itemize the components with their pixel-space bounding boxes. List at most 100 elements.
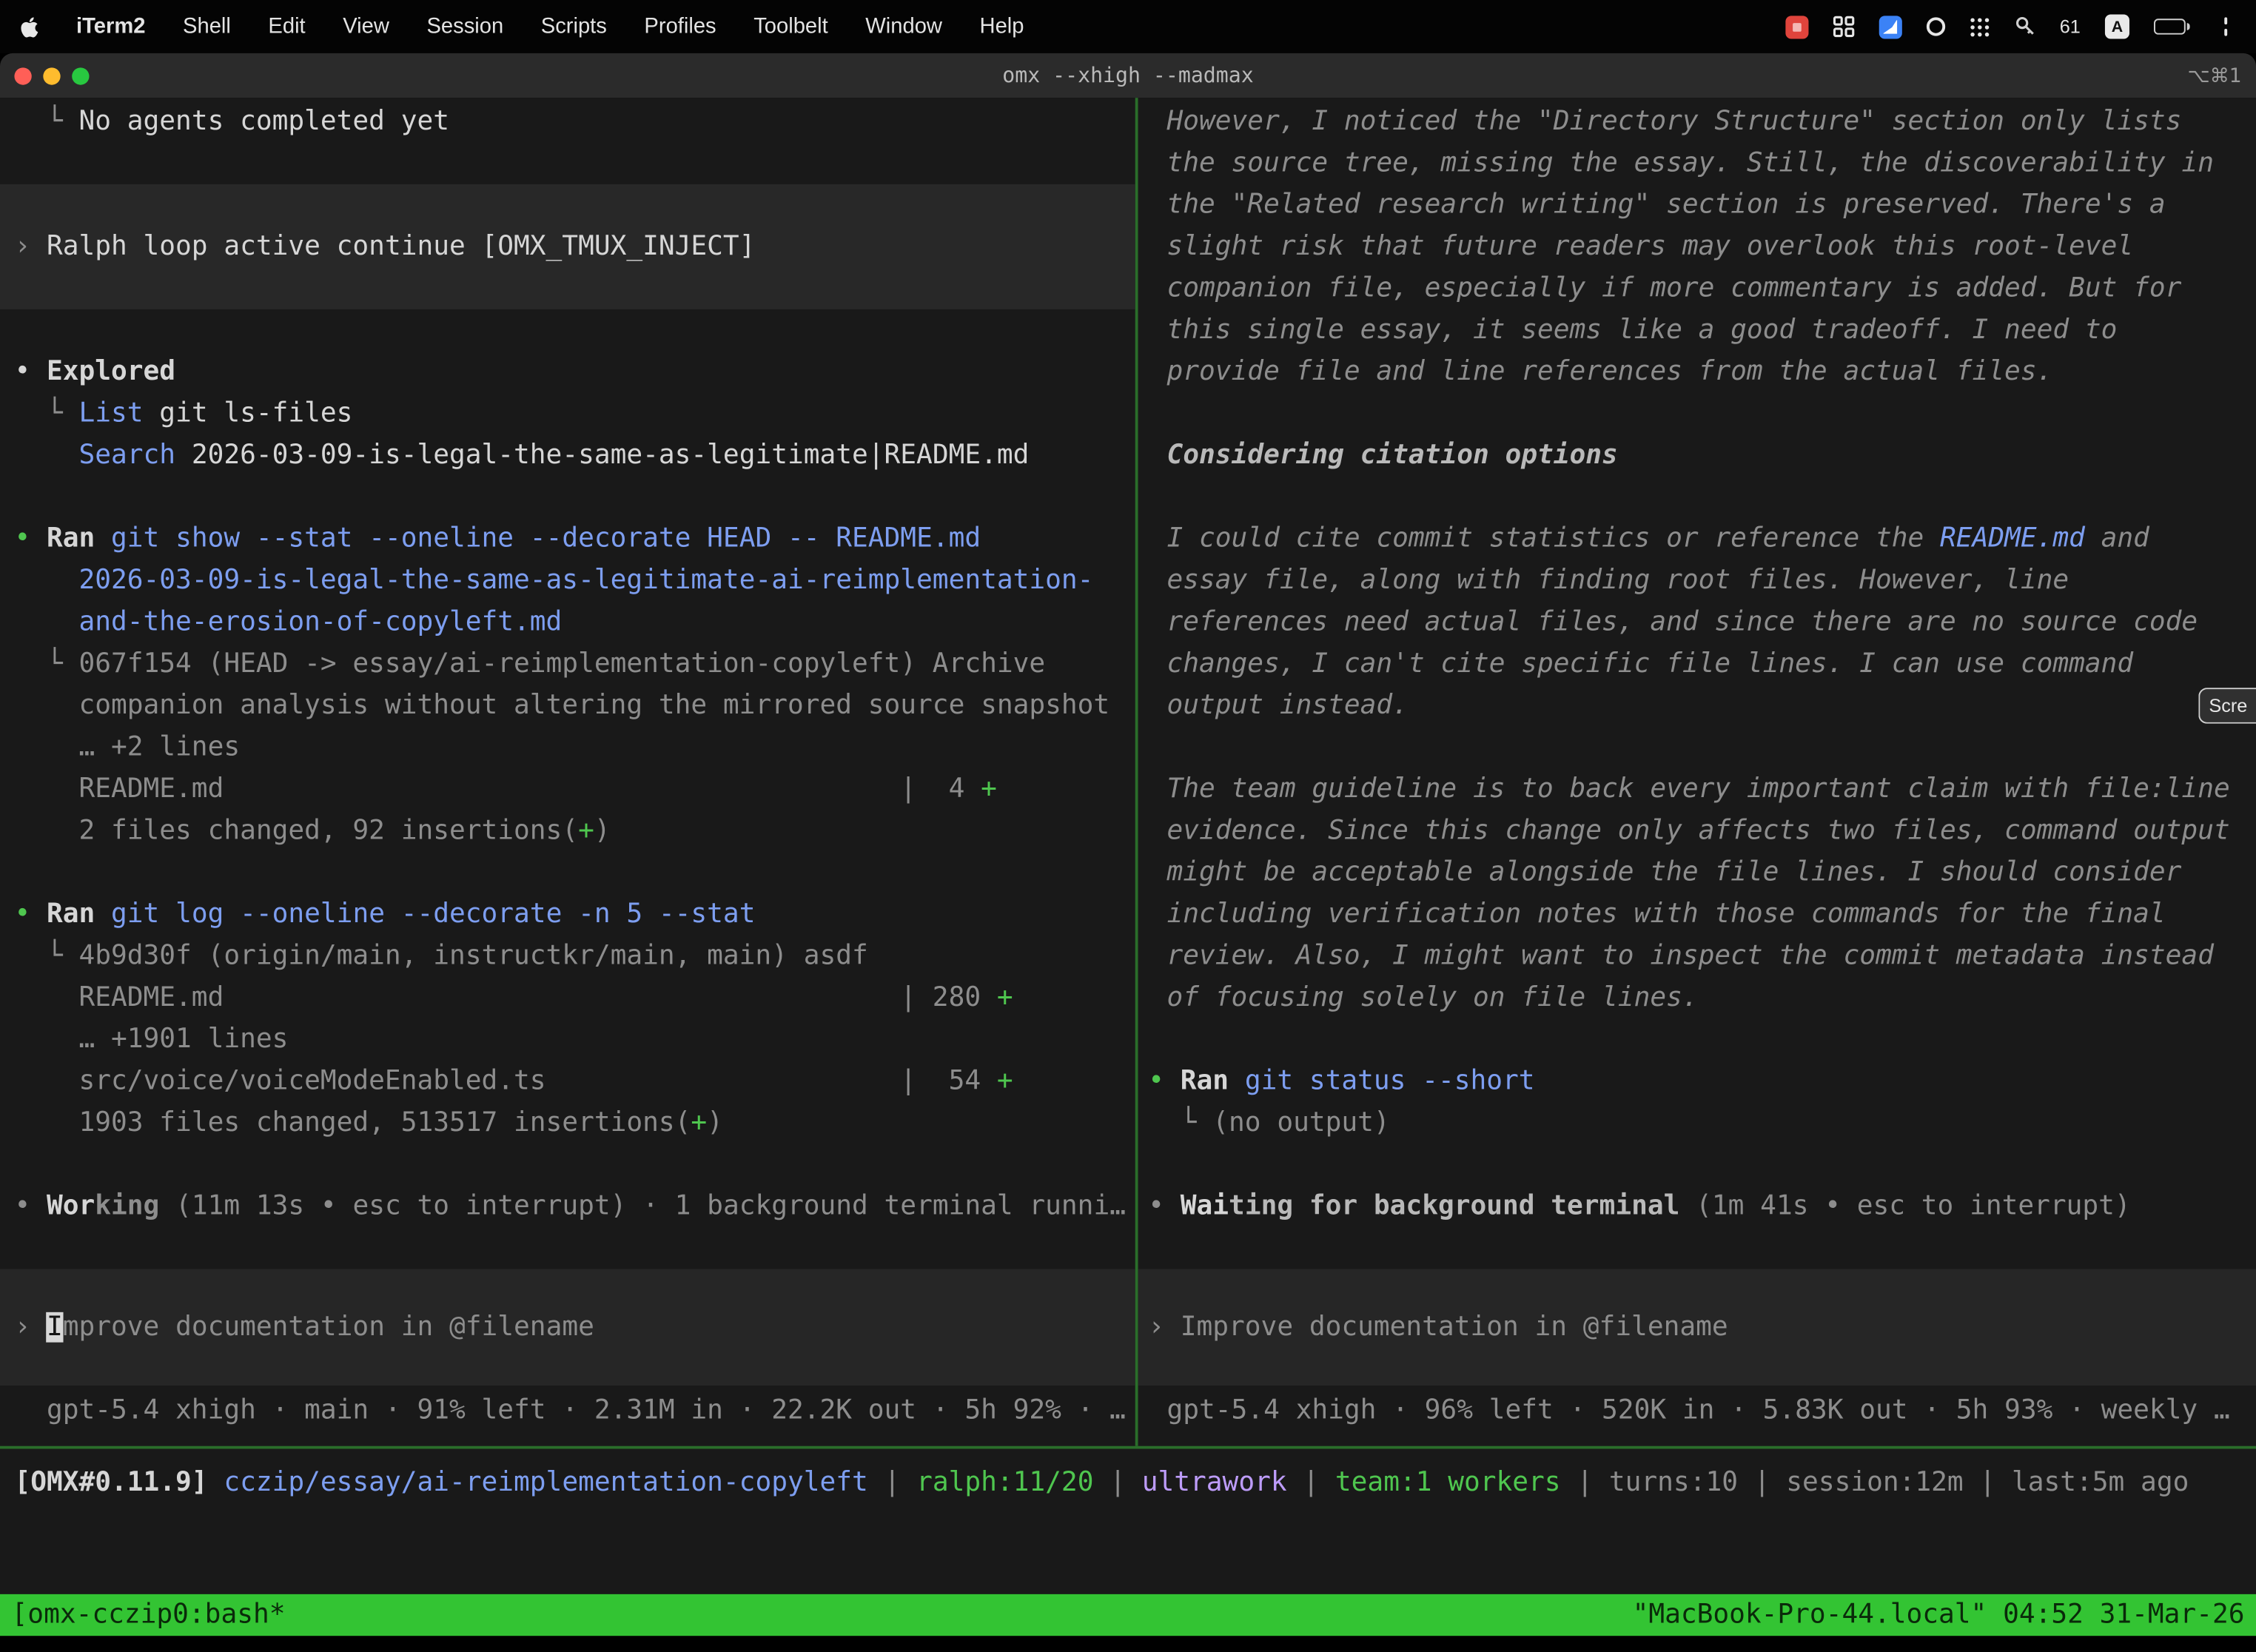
text-run: I [47,1312,63,1343]
text-run: ) [707,1108,723,1138]
menu-item-scripts[interactable]: Scripts [541,14,607,38]
text-run: ) [594,816,611,846]
text-run: | [1287,1468,1335,1498]
ralph-loop-banner-text: › Ralph loop active continue [OMX_TMUX_I… [0,226,1135,267]
terminal-line: companion analysis without altering the … [0,685,1135,726]
text-run [14,440,78,471]
text-run: gpt-5.4 xhigh · main · 91% left · 2.31M … [14,1396,1126,1426]
text-run: king [95,1192,159,1222]
text-run: The team guideline is to back every impo… [1167,774,2230,1013]
text-run: • [14,1192,47,1222]
text-run: › [14,1312,47,1343]
menu-item-session[interactable]: Session [426,14,503,38]
text-run: README.md [1940,524,2085,554]
text-run: companion analysis without altering the … [14,691,1109,721]
text-run: I could cite commit statistics or refere… [1167,524,1941,554]
blank-line [1138,1018,2256,1060]
text-run: ting for background terminal [1229,1192,1679,1222]
key-icon[interactable] [2014,13,2035,39]
text-run: README.md | 280 [14,983,996,1013]
text-run: └ 067f154 (HEAD -> essay/ai-reimplementa… [14,649,1045,679]
swift-app-icon[interactable] [1879,15,1901,38]
text-run: session:12m [1786,1468,1963,1498]
control-center-icon[interactable] [2215,17,2236,36]
text-run: ralph:11/20 [916,1468,1093,1498]
app-grid-icon[interactable] [1833,13,1854,39]
dots-grid-icon[interactable] [1969,13,1989,39]
apple-menu-icon[interactable] [20,13,38,39]
zoom-window-button[interactable] [72,67,89,84]
text-run: • [14,899,47,930]
diffstat-line: README.md | 4 + [0,768,1135,810]
window-titlebar: omx --xhigh --madmax ⌥⌘1 [0,53,2256,98]
text-run: cczip/essay/ai-reimplementation-copyleft [224,1468,867,1498]
tmux-session-label[interactable]: [omx-cczip0:bash* [12,1594,286,1636]
blank-line [0,476,1135,517]
prompt-input-right[interactable]: › Improve documentation in @filename [1138,1269,2256,1386]
text-run: + [578,816,594,846]
input-source-icon[interactable]: A [2105,14,2129,38]
menu-item-help[interactable]: Help [980,14,1024,38]
text-run: Considering citation options [1167,440,1618,471]
menu-item-shell[interactable]: Shell [183,14,231,38]
text-run: git show --stat --oneline --decorate HEA… [95,524,981,554]
screen-share-overlay-button[interactable]: Scre [2199,688,2256,724]
text-run: [OMX#0.11.9] [14,1468,224,1498]
screen-recording-stop-icon[interactable] [1785,15,1807,38]
menu-item-edit[interactable]: Edit [268,14,305,38]
text-run: Ralph loop active continue [OMX_TMUX_INJ… [47,232,755,262]
text-run: | [868,1468,916,1498]
minimize-window-button[interactable] [43,67,60,84]
text-run: Explored [47,357,175,387]
blank-line [0,1144,1135,1185]
text-run: gpt-5.4 xhigh · 96% left · 520K in · 5.8… [1167,1396,2230,1426]
menu-item-iterm2[interactable]: iTerm2 [76,14,145,38]
text-run: last:5m ago [2012,1468,2189,1498]
menu-item-view[interactable]: View [343,14,389,38]
blank-line [0,309,1135,351]
ring-app-icon[interactable] [1926,17,1944,36]
text-run: and-the-erosion-of-copyleft.md [14,607,562,637]
text-run: Wai [1181,1192,1229,1222]
battery-percent-label[interactable]: 61 [2060,13,2081,39]
text-run: Improve documentation in @filename [1181,1312,1728,1343]
blank-line [1138,393,2256,434]
text-run: … +1901 lines [14,1024,288,1055]
terminal-line: └ 4b9d30f (origin/main, instructkr/main,… [0,936,1135,977]
text-run: + [691,1108,707,1138]
terminal-line: 2026-03-09-is-legal-the-same-as-legitima… [0,560,1135,601]
text-run: └ (no output) [1148,1108,1389,1138]
text-run: 1903 files changed, 513517 insertions( [14,1108,691,1138]
tmux-status-bar: [omx-cczip0:bash* "MacBook-Pro-44.local"… [0,1594,2256,1636]
explored-search-line: Search 2026-03-09-is-legal-the-same-as-l… [0,434,1135,476]
text-run: git ls-files [144,398,353,429]
text-run: • [1148,1192,1181,1222]
menu-bar-left: iTerm2 Shell Edit View Session Scripts P… [20,13,1024,39]
ralph-loop-banner: › Ralph loop active continue [OMX_TMUX_I… [0,184,1135,309]
pane-left: └ No agents completed yet › Ralph loop a… [0,98,1138,1446]
text-run: No agents completed yet [78,107,449,137]
terminal-line: … +2 lines [0,727,1135,768]
diffstat-line: src/voice/voiceModeEnabled.ts | 54 + [0,1061,1135,1102]
model-status-line-left: gpt-5.4 xhigh · main · 91% left · 2.31M … [0,1390,1135,1431]
menu-item-profiles[interactable]: Profiles [644,14,716,38]
traffic-lights [14,67,89,84]
menu-item-window[interactable]: Window [865,14,942,38]
ran-git-log-header: • Ran git log --oneline --decorate -n 5 … [0,893,1135,935]
text-run: | [1964,1468,2012,1498]
text-run: + [997,983,1013,1013]
diffstat-summary-line: 1903 files changed, 513517 insertions(+) [0,1102,1135,1144]
text-run: List [78,398,143,429]
text-run: + [997,1066,1013,1096]
prompt-input-left[interactable]: › Improve documentation in @filename [0,1269,1135,1386]
text-run: git log --oneline --decorate -n 5 --stat [95,899,755,930]
text-run: 2026-03-09-is-legal-the-same-as-legitima… [175,440,1029,471]
diffstat-summary-line: 2 files changed, 92 insertions(+) [0,810,1135,851]
menu-item-toolbelt[interactable]: Toolbelt [753,14,828,38]
text-run: turns:10 [1609,1468,1738,1498]
text-run: • [14,357,47,387]
battery-icon[interactable] [2154,13,2190,39]
close-window-button[interactable] [14,67,31,84]
thinking-paragraph: I could cite commit statistics or refere… [1138,518,2256,727]
text-run: Ran [47,524,95,554]
